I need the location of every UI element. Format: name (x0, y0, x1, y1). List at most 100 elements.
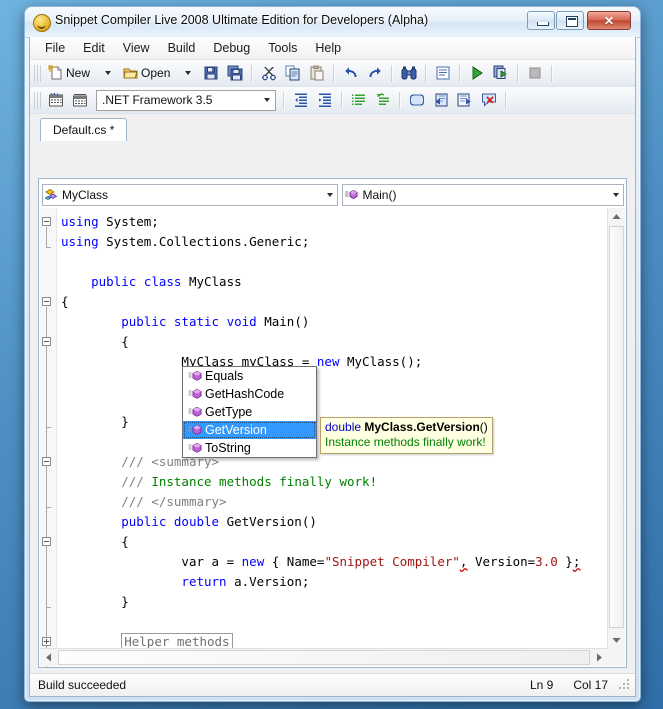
fold-collapse-button[interactable] (42, 337, 51, 346)
scroll-right-arrow-icon[interactable] (591, 649, 608, 666)
fold-guide-line (46, 467, 47, 507)
redo-button[interactable] (363, 61, 387, 85)
intellisense-item[interactable]: Equals (183, 367, 316, 385)
paste-button[interactable] (305, 61, 329, 85)
toolbar-grip[interactable] (34, 64, 41, 82)
menu-view[interactable]: View (114, 38, 159, 58)
output-window-button[interactable] (431, 61, 455, 85)
framework-value: .NET Framework 3.5 (102, 93, 213, 107)
title-bar: Snippet Compiler Live 2008 Ultimate Edit… (25, 7, 640, 38)
open-dropdown-button[interactable] (177, 61, 199, 85)
save-button[interactable] (199, 61, 223, 85)
fold-margin[interactable] (40, 208, 57, 668)
code-token: </summary> (151, 494, 227, 509)
vertical-scrollbar[interactable] (607, 208, 625, 649)
resize-grip[interactable] (618, 678, 632, 692)
fold-collapse-button[interactable] (42, 297, 51, 306)
comment-lines-button[interactable] (347, 88, 371, 112)
scroll-up-arrow-icon[interactable] (608, 208, 625, 225)
intellisense-item[interactable]: ToString (183, 439, 316, 457)
close-button[interactable]: ✕ (587, 11, 631, 30)
scroll-down-arrow-icon[interactable] (608, 632, 625, 649)
code-token: using (61, 214, 107, 229)
class-diamond-icon (43, 188, 61, 202)
cut-button[interactable] (257, 61, 281, 85)
intellisense-item[interactable]: GetType (183, 403, 316, 421)
intellisense-popup[interactable]: Equals GetHashCode GetType GetVersion ToStri… (182, 366, 317, 458)
toolbar-grip[interactable] (34, 91, 41, 109)
comment-lines-icon (352, 94, 365, 105)
horizontal-scrollbar[interactable] (40, 648, 608, 666)
new-dropdown-button[interactable] (97, 61, 119, 85)
previous-bookmark-button[interactable] (429, 88, 453, 112)
compile-all-button[interactable] (68, 88, 92, 112)
rounded-panel-icon (409, 94, 425, 106)
toolbar-separator (399, 91, 401, 109)
new-button-label: New (66, 66, 91, 80)
uncomment-lines-button[interactable] (371, 88, 395, 112)
code-line: /// </summary> (61, 492, 608, 512)
member-navigation-combobox[interactable]: Main() (342, 184, 624, 206)
next-bookmark-button[interactable] (453, 88, 477, 112)
compile-snippet-button[interactable] (44, 88, 68, 112)
find-button[interactable] (397, 61, 421, 85)
menu-tools[interactable]: Tools (259, 38, 306, 58)
fold-end-cap (46, 667, 51, 668)
code-token: { (61, 294, 69, 309)
chevron-down-icon[interactable] (259, 92, 275, 109)
fold-collapse-button[interactable] (42, 537, 51, 546)
tooltip-signature: double MyClass.GetVersion() (325, 420, 488, 435)
status-line: Ln 9 (529, 678, 554, 692)
intellisense-item[interactable]: GetHashCode (183, 385, 316, 403)
scroll-left-arrow-icon[interactable] (40, 649, 57, 666)
code-line: { (61, 332, 608, 352)
decrease-indent-button[interactable] (289, 88, 313, 112)
fold-collapse-button[interactable] (42, 457, 51, 466)
class-navigation-combobox[interactable]: MyClass (42, 184, 339, 206)
toggle-panel-button[interactable] (405, 88, 429, 112)
open-folder-icon (123, 68, 138, 79)
clear-bookmarks-button[interactable] (477, 88, 501, 112)
fold-collapse-button[interactable] (42, 217, 51, 226)
vertical-scrollbar-thumb[interactable] (609, 226, 624, 628)
new-button[interactable]: New (44, 61, 97, 85)
menu-edit[interactable]: Edit (74, 38, 114, 58)
intellisense-item[interactable]: GetVersion (183, 421, 316, 439)
framework-combobox[interactable]: .NET Framework 3.5 (96, 89, 276, 111)
save-all-button[interactable] (223, 61, 247, 85)
increase-indent-button[interactable] (313, 88, 337, 112)
main-toolbar: New Open (30, 60, 635, 87)
code-line: /// <summary> (61, 452, 608, 472)
tab-default-cs[interactable]: Default.cs * (40, 118, 128, 141)
menu-file[interactable]: File (36, 38, 74, 58)
code-token: public double (121, 514, 227, 529)
chevron-down-icon (105, 71, 112, 75)
maximize-button[interactable] (556, 11, 584, 30)
method-cube-icon (186, 442, 205, 454)
collapsed-region-label[interactable]: Helper methods (121, 633, 233, 649)
fold-expand-button[interactable] (42, 637, 51, 646)
code-line: /// Instance methods finally work! (61, 472, 608, 492)
code-token: MyClass (188, 274, 242, 289)
code-token: System.Collections.Generic; (106, 234, 310, 249)
chevron-down-icon[interactable] (608, 193, 623, 197)
menu-build[interactable]: Build (159, 38, 205, 58)
tooltip-return-type: double (325, 420, 362, 434)
menu-debug[interactable]: Debug (204, 38, 259, 58)
copy-button[interactable] (281, 61, 305, 85)
clear-bookmarks-icon (482, 93, 496, 107)
code-line: using System; (61, 212, 608, 232)
code-line: public class MyClass (61, 272, 608, 292)
minimize-button[interactable] (527, 11, 555, 30)
run-button[interactable] (465, 61, 489, 85)
undo-button[interactable] (339, 61, 363, 85)
open-button[interactable]: Open (119, 61, 177, 85)
stop-button[interactable] (523, 61, 547, 85)
run-external-button[interactable] (489, 61, 513, 85)
menu-help[interactable]: Help (306, 38, 350, 58)
code-line: return a.Version; (61, 572, 608, 592)
stop-square-icon (529, 67, 541, 79)
chevron-down-icon[interactable] (322, 193, 337, 197)
code-token: new (241, 554, 272, 569)
horizontal-scrollbar-thumb[interactable] (58, 650, 590, 665)
